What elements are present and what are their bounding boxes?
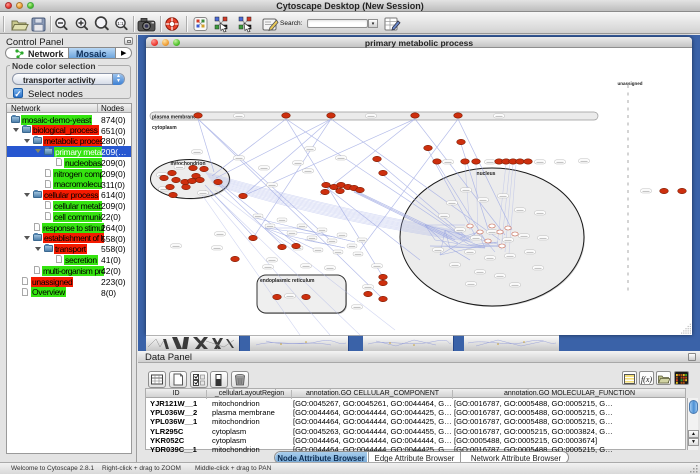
svg-text:plasma membrane: plasma membrane: [152, 115, 196, 121]
svg-text:nucleus: nucleus: [477, 171, 496, 177]
svg-text:unassigned: unassigned: [617, 81, 642, 86]
svg-text:cytoplasm: cytoplasm: [152, 125, 177, 131]
svg-text:endoplasmic reticulum: endoplasmic reticulum: [260, 278, 315, 284]
svg-text:f(x): f(x): [640, 375, 651, 384]
svg-text:1:1: 1:1: [117, 21, 124, 26]
